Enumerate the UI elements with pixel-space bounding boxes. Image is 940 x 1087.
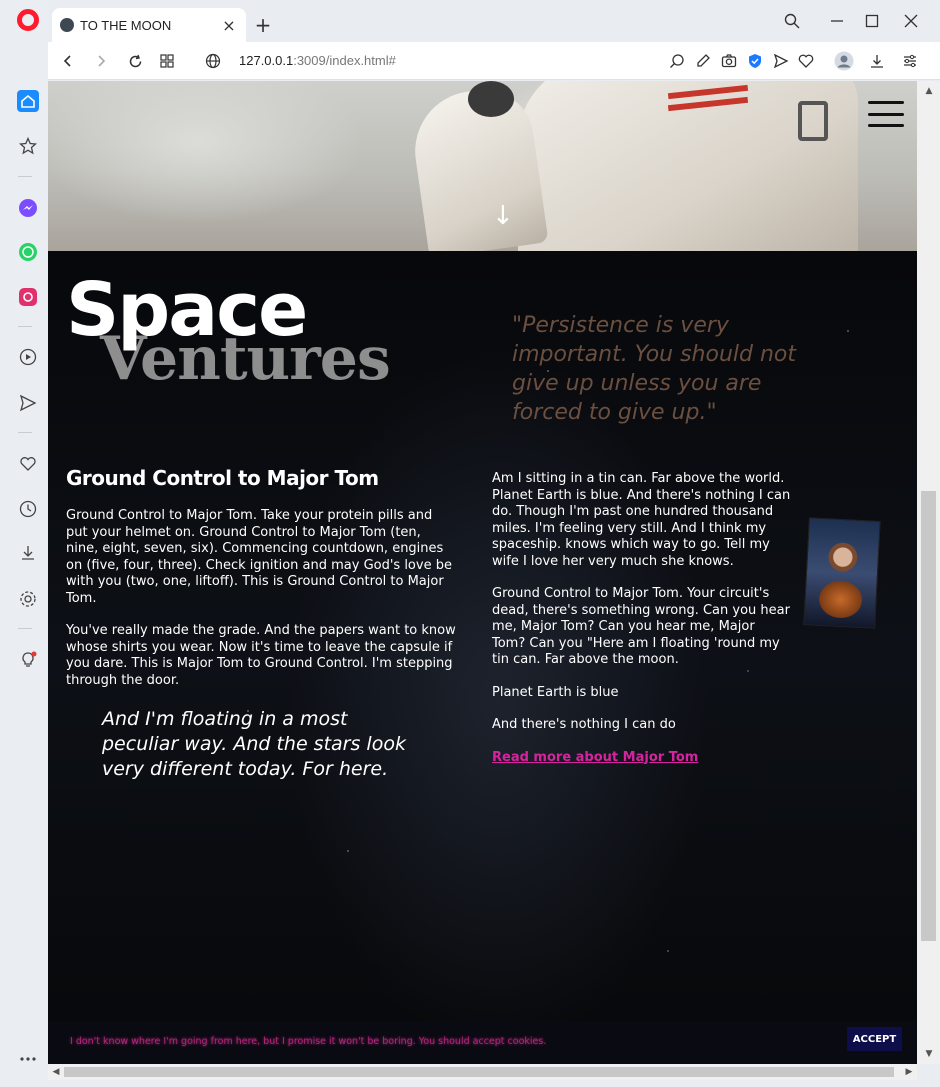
instagram-icon[interactable]	[16, 285, 40, 309]
scrollbar-thumb[interactable]	[64, 1067, 894, 1077]
home-icon[interactable]	[16, 89, 40, 113]
close-window-icon[interactable]	[900, 10, 922, 32]
page-viewport: ↓ Ventures Space "Persistence is very im…	[48, 81, 917, 1064]
menu-hamburger-icon[interactable]	[868, 101, 904, 127]
astronaut-glove	[468, 81, 514, 117]
hero-image: ↓	[48, 81, 917, 261]
heart-icon[interactable]	[16, 452, 40, 476]
maximize-icon[interactable]	[861, 10, 883, 32]
paragraph: And there's nothing I can do	[492, 717, 676, 732]
address-bar-row: 127.0.0.1:3009/index.html#	[48, 42, 940, 80]
reload-icon[interactable]	[124, 50, 146, 72]
opera-logo-icon[interactable]	[17, 9, 39, 31]
tab-active[interactable]: TO THE MOON ×	[52, 8, 246, 42]
back-icon[interactable]	[57, 50, 79, 72]
camera-icon[interactable]	[719, 51, 739, 71]
send-to-icon[interactable]	[771, 51, 791, 71]
cookie-banner: I don't know where I'm going from here, …	[48, 1021, 917, 1064]
profile-avatar-icon[interactable]	[834, 51, 854, 71]
player-icon[interactable]	[16, 345, 40, 369]
more-icon[interactable]	[16, 1047, 40, 1071]
major-tom-portrait-image	[803, 517, 881, 629]
messenger-icon[interactable]	[16, 196, 40, 220]
sidebar-divider	[18, 326, 32, 327]
pull-quote: And I'm floating in a most peculiar way.…	[102, 708, 406, 780]
search-tabs-icon[interactable]	[781, 10, 803, 32]
scroll-right-arrow-icon[interactable]: ▶	[901, 1064, 917, 1080]
lightbulb-icon[interactable]	[16, 648, 40, 672]
sidebar-divider	[18, 432, 32, 433]
whatsapp-icon[interactable]	[16, 240, 40, 264]
accept-cookies-button[interactable]: ACCEPT	[847, 1027, 902, 1051]
settings-gear-icon[interactable]	[16, 587, 40, 611]
url-host: 127.0.0.1	[239, 53, 294, 68]
content-section: Ventures Space "Persistence is very impo…	[48, 251, 917, 1064]
paragraph: Ground Control to Major Tom. Take your p…	[66, 508, 452, 606]
send-icon[interactable]	[16, 391, 40, 415]
paragraph: Am I sitting in a tin can. Far above the…	[492, 471, 791, 569]
sidebar-divider	[18, 628, 32, 629]
suit-strap	[798, 101, 828, 141]
hero-quote: "Persistence is very important. You shou…	[512, 313, 797, 425]
paragraph: You've really made the grade. And the pa…	[66, 623, 456, 688]
forward-icon[interactable]	[90, 50, 112, 72]
section-heading: Ground Control to Major Tom	[66, 466, 379, 490]
horizontal-scrollbar[interactable]: ◀ ▶	[48, 1064, 917, 1080]
tab-close-icon[interactable]: ×	[220, 16, 238, 35]
site-title: Space	[66, 267, 308, 353]
opera-sidebar	[0, 0, 48, 1087]
scroll-left-arrow-icon[interactable]: ◀	[48, 1064, 64, 1080]
tab-title: TO THE MOON	[80, 17, 172, 33]
paragraph: Ground Control to Major Tom. Your circui…	[492, 586, 790, 667]
site-info-globe-icon[interactable]	[202, 50, 224, 72]
right-column: Am I sitting in a tin can. Far above the…	[492, 471, 892, 765]
downloads-icon[interactable]	[16, 541, 40, 565]
cookie-message: I don't know where I'm going from here, …	[70, 1036, 547, 1047]
left-column: Ground Control to Major Tom Ground Contr…	[66, 466, 456, 782]
sidebar-divider	[18, 176, 32, 177]
find-in-page-icon[interactable]	[667, 51, 687, 71]
read-more-link[interactable]: Read more about Major Tom	[492, 750, 698, 765]
minimize-icon[interactable]	[826, 10, 848, 32]
adblock-shield-icon[interactable]	[745, 51, 765, 71]
globe-icon	[60, 18, 74, 32]
paragraph: Planet Earth is blue	[492, 684, 619, 700]
easy-setup-icon[interactable]	[900, 51, 920, 71]
scroll-up-arrow-icon[interactable]: ▲	[921, 83, 937, 99]
edit-share-icon[interactable]	[693, 51, 713, 71]
star-icon[interactable]	[16, 134, 40, 158]
download-icon[interactable]	[867, 51, 887, 71]
tabs-grid-icon[interactable]	[156, 50, 178, 72]
new-tab-button[interactable]: +	[252, 13, 274, 37]
browser-window: TO THE MOON × + 127.0.0.1:3009/index.htm…	[0, 0, 940, 1087]
url-path: :3009/index.html#	[293, 53, 396, 68]
url-field[interactable]: 127.0.0.1:3009/index.html#	[239, 53, 396, 68]
bookmark-heart-icon[interactable]	[796, 51, 816, 71]
scroll-down-arrow-icon[interactable]: ↓	[492, 201, 514, 231]
tab-strip: TO THE MOON × +	[48, 0, 940, 42]
scroll-down-small-arrow-icon[interactable]: ▼	[921, 1046, 937, 1062]
vertical-scrollbar[interactable]: ▲ ▼	[917, 81, 940, 1064]
history-icon[interactable]	[16, 497, 40, 521]
scrollbar-thumb[interactable]	[921, 491, 936, 941]
